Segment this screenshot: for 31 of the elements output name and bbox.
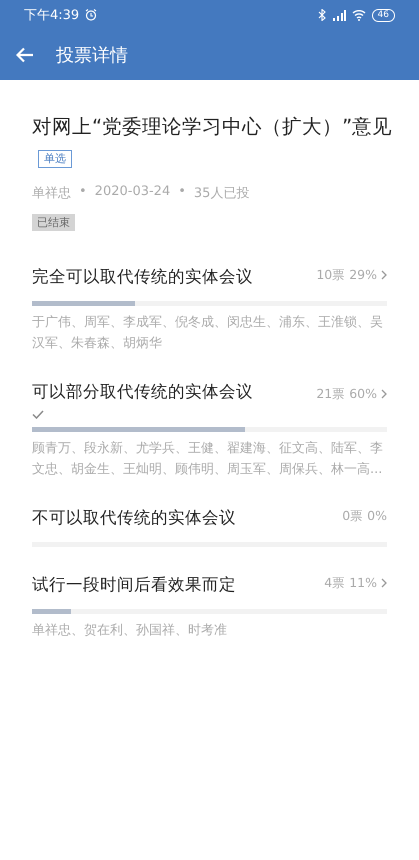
option-label: 不可以取代传统的实体会议 (32, 507, 237, 529)
option-row[interactable]: 不可以取代传统的实体会议 0票 0% (32, 506, 387, 547)
option-label: 可以部分取代传统的实体会议 (32, 381, 254, 403)
signal-icon (332, 9, 346, 21)
option-row[interactable]: 完全可以取代传统的实体会议 10票 29% 于广伟、周军、李成军、倪冬成、闵忠生、浦东、王淮锁、吴汉军、朱春森、胡炳华 (32, 265, 387, 354)
poll-date: 2020-03-24 (94, 184, 170, 201)
option-label: 完全可以取代传统的实体会议 (32, 266, 254, 288)
battery-level: 46 (372, 8, 395, 22)
bluetooth-icon (318, 9, 326, 21)
back-arrow-icon[interactable] (16, 47, 34, 63)
chevron-right-icon[interactable] (381, 270, 387, 280)
alarm-clock-icon (85, 9, 98, 21)
option-result: 0票 0% (342, 508, 387, 525)
option-row[interactable]: 试行一段时间后看效果而定 4票 11% 单祥忠、贺在利、孙国祥、时考准 (32, 573, 387, 641)
poll-title: 对网上“党委理论学习中心（扩大）”意见 单选 (32, 110, 407, 176)
separator-dot: • (178, 184, 186, 201)
option-label: 试行一段时间后看效果而定 (32, 574, 237, 596)
vote-count: 35人已投 (194, 185, 250, 202)
poll-type-tag: 单选 (38, 150, 72, 168)
status-tag: 已结束 (32, 214, 75, 231)
separator-dot: • (79, 184, 87, 201)
voter-list: 单祥忠、贺在利、孙国祥、时考准 (32, 620, 387, 641)
wifi-icon (352, 9, 366, 21)
status-time: 下午4:39 (24, 7, 80, 24)
chevron-right-icon[interactable] (381, 578, 387, 588)
chevron-right-icon[interactable] (381, 389, 387, 399)
option-row[interactable]: 可以部分取代传统的实体会议 21票 60% 顾青万、段永新、尤学兵、王健、翟建海、征文高、陆军、李文忠、胡金生、王灿明、顾伟明、周玉军、周保兵、林一高... (32, 380, 387, 480)
page-title: 投票详情 (56, 44, 128, 67)
voter-list: 顾青万、段永新、尤学兵、王健、翟建海、征文高、陆军、李文忠、胡金生、王灿明、顾伟明、周玉军、周保兵、林一高... (32, 438, 387, 480)
poll-author: 单祥忠 (32, 185, 71, 202)
voter-list: 于广伟、周军、李成军、倪冬成、闵忠生、浦东、王淮锁、吴汉军、朱春森、胡炳华 (32, 312, 387, 354)
